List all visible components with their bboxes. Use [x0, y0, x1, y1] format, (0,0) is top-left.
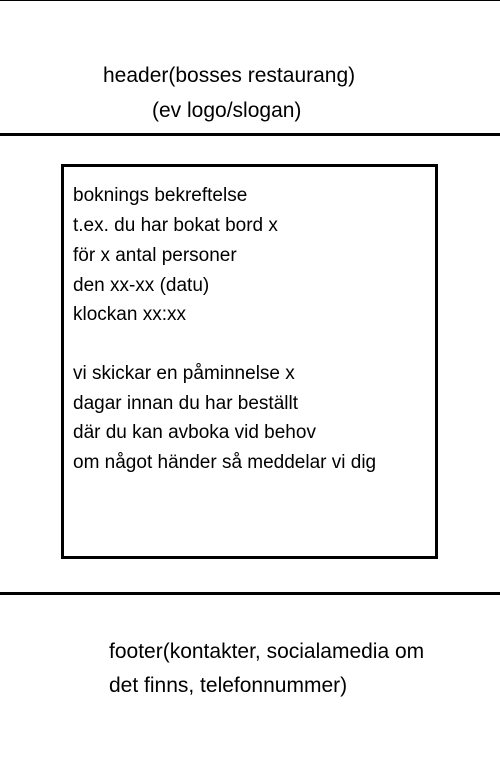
top-border-line: [0, 0, 500, 1]
booking-heading: boknings bekreftelse: [73, 185, 248, 206]
header-divider: [0, 133, 500, 136]
footer-divider: [0, 592, 500, 595]
booking-line: den xx-xx (datu): [73, 275, 210, 296]
header-title: header(bosses restaurang): [103, 64, 356, 87]
booking-reminder-line: där du kan avboka vid behov: [73, 422, 316, 443]
booking-line: klockan xx:xx: [73, 304, 186, 325]
booking-confirmation-box: boknings bekreftelse t.ex. du har bokat …: [61, 164, 438, 559]
booking-line: för x antal personer: [73, 245, 237, 266]
booking-reminder-line: om något händer så meddelar vi dig: [73, 452, 377, 473]
footer-text: det finns, telefonnummer): [109, 674, 348, 697]
booking-line: t.ex. du har bokat bord x: [73, 215, 278, 236]
booking-reminder-line: dagar innan du har beställt: [73, 393, 298, 414]
booking-reminder-line: vi skickar en påminnelse x: [73, 363, 295, 384]
footer-text: footer(kontakter, socialamedia om: [109, 640, 425, 663]
header-slogan: (ev logo/slogan): [152, 99, 302, 122]
